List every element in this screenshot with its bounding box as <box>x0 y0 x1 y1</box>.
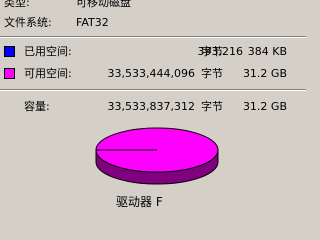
free-space-label: 可用空间: <box>24 67 72 80</box>
drive-label: 驱动器 F <box>116 195 163 209</box>
disk-usage-pie-chart <box>95 127 219 185</box>
filesystem-label: 文件系统: <box>4 16 52 29</box>
used-space-bytes: 393,216 <box>197 45 244 58</box>
separator-middle-highlight <box>0 90 306 91</box>
free-space-unit: 字节 <box>201 67 223 80</box>
free-space-swatch <box>4 68 15 79</box>
type-value: 可移动磁盘 <box>76 0 131 9</box>
free-space-size: 31.2 GB <box>242 67 287 80</box>
capacity-label: 容量: <box>24 100 50 113</box>
filesystem-value: FAT32 <box>76 16 109 29</box>
used-space-unit: 字节 <box>201 45 223 58</box>
used-space-size: 384 KB <box>247 45 287 58</box>
separator-top-highlight <box>0 37 306 38</box>
capacity-unit: 字节 <box>201 100 223 113</box>
capacity-size: 31.2 GB <box>242 100 287 113</box>
used-space-swatch <box>4 46 15 57</box>
used-space-label: 已用空间: <box>24 45 72 58</box>
capacity-bytes: 33,533,837,312 <box>107 100 195 113</box>
type-label: 类型: <box>4 0 30 9</box>
free-space-bytes: 33,533,444,096 <box>107 67 195 80</box>
